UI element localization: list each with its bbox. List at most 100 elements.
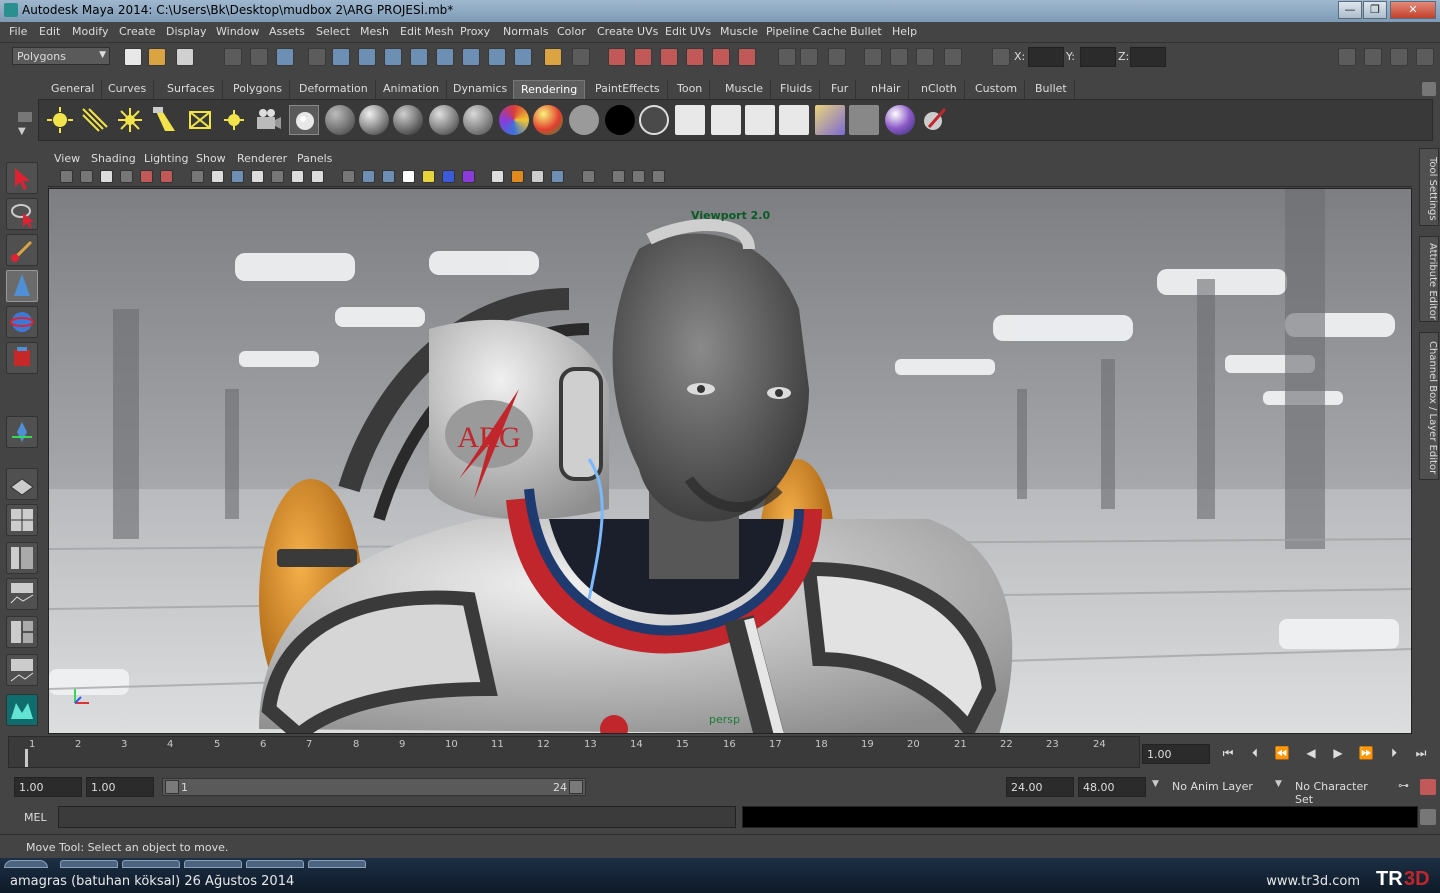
anim-layer-dropdown[interactable]: No Anim Layer — [1168, 777, 1272, 797]
select-surfaces-icon[interactable] — [410, 48, 428, 66]
auto-key-icon[interactable]: ⊶ — [1398, 779, 1409, 792]
film-gate-icon[interactable] — [211, 170, 224, 183]
lasso-tool[interactable] — [6, 198, 38, 230]
menu-window[interactable]: Window — [216, 25, 259, 38]
new-scene-icon[interactable] — [124, 48, 142, 66]
motion-blur-icon[interactable] — [491, 170, 504, 183]
range-end-handle[interactable] — [569, 780, 583, 794]
perspective-viewport[interactable]: ARG Viewport 2.0 persp — [48, 188, 1412, 734]
time-slider[interactable]: 1 2 3 4 5 6 7 8 9 10 11 12 13 14 15 16 1… — [8, 736, 1140, 768]
grid-icon[interactable] — [191, 170, 204, 183]
isolate-select-icon[interactable] — [582, 170, 595, 183]
taskbar-button[interactable] — [308, 860, 366, 868]
lock-selection-icon[interactable] — [544, 48, 562, 66]
select-hierarchy-icon[interactable] — [224, 48, 242, 66]
menu-color[interactable]: Color — [557, 25, 586, 38]
select-misc-icon[interactable] — [514, 48, 532, 66]
panel-menu-show[interactable]: Show — [196, 152, 226, 165]
select-camera-icon[interactable] — [60, 170, 73, 183]
mental-ray-icon[interactable] — [885, 105, 915, 135]
snap-to-view-plane-icon[interactable] — [686, 48, 704, 66]
step-forward-key-button[interactable]: ⏩ — [1356, 746, 1376, 764]
wireframe-on-shaded-icon[interactable] — [382, 170, 395, 183]
layout-four-view[interactable] — [6, 504, 38, 536]
construction-history-icon[interactable] — [828, 48, 846, 66]
panel-menu-shading[interactable]: Shading — [91, 152, 136, 165]
select-curves-icon[interactable] — [384, 48, 402, 66]
safe-title-icon[interactable] — [311, 170, 324, 183]
highlight-selection-icon[interactable] — [572, 48, 590, 66]
menu-help[interactable]: Help — [892, 25, 917, 38]
go-to-end-button[interactable]: ⏭ — [1411, 746, 1431, 764]
selection-mask-icon[interactable] — [308, 48, 326, 66]
start-orb-icon[interactable] — [4, 860, 48, 868]
render-current-frame-icon[interactable] — [890, 48, 908, 66]
panel-menu-renderer[interactable]: Renderer — [237, 152, 287, 165]
menu-display[interactable]: Display — [166, 25, 207, 38]
layout-single-perspective[interactable] — [6, 468, 38, 500]
menu-pipeline-cache[interactable]: Pipeline Cache — [766, 25, 847, 38]
open-scene-icon[interactable] — [148, 48, 166, 66]
paint-brush-icon[interactable] — [919, 105, 949, 135]
tab-custom[interactable]: Custom — [968, 80, 1026, 99]
select-component-icon[interactable] — [276, 48, 294, 66]
scale-tool[interactable] — [6, 342, 38, 374]
menu-set-selector[interactable]: Polygons ▼ — [12, 47, 110, 65]
tab-nhair[interactable]: nHair — [864, 80, 909, 99]
layout-persp-graph[interactable] — [6, 578, 38, 610]
menu-file[interactable]: File — [9, 25, 27, 38]
surface-shader-icon[interactable] — [569, 105, 599, 135]
select-tool[interactable] — [6, 162, 38, 194]
close-button[interactable]: ✕ — [1390, 1, 1436, 19]
x-input[interactable] — [1028, 47, 1064, 67]
use-background-icon[interactable] — [605, 105, 635, 135]
tab-attribute-editor[interactable]: Attribute Editor — [1419, 236, 1439, 322]
panel-menu-lighting[interactable]: Lighting — [144, 152, 188, 165]
ramp-shader-icon[interactable] — [533, 105, 563, 135]
y-input[interactable] — [1080, 47, 1116, 67]
tab-animation[interactable]: Animation — [376, 80, 448, 99]
play-backwards-button[interactable]: ◀ — [1301, 746, 1321, 764]
z-input[interactable] — [1130, 47, 1166, 67]
animation-preferences-icon[interactable] — [1420, 779, 1436, 795]
show-attribute-editor-icon[interactable] — [1364, 48, 1382, 66]
tab-bullet[interactable]: Bullet — [1028, 80, 1075, 99]
menu-bullet[interactable]: Bullet — [850, 25, 882, 38]
tab-painteffects[interactable]: PaintEffects — [588, 80, 668, 99]
snap-to-curve-icon[interactable] — [634, 48, 652, 66]
show-tool-settings-icon[interactable] — [1390, 48, 1408, 66]
area-light-icon[interactable] — [185, 105, 215, 135]
render-view-icon[interactable] — [864, 48, 882, 66]
menu-edit[interactable]: Edit — [39, 25, 60, 38]
script-language-label[interactable]: MEL — [24, 811, 47, 824]
share-icon[interactable] — [652, 170, 665, 183]
phong-material-icon[interactable] — [393, 105, 423, 135]
chevron-down-icon[interactable]: ▼ — [1275, 779, 1282, 789]
taskbar-button[interactable] — [60, 860, 118, 868]
play-forwards-button[interactable]: ▶ — [1328, 746, 1348, 764]
tab-tool-settings[interactable]: Tool Settings — [1419, 148, 1439, 226]
ipr-icon[interactable] — [711, 105, 741, 135]
playback-start-field[interactable]: 1.00 — [86, 777, 154, 797]
step-forward-frame-button[interactable]: ⏵ — [1384, 746, 1404, 764]
safe-action-icon[interactable] — [291, 170, 304, 183]
current-frame-field[interactable]: 1.00 — [1142, 744, 1210, 764]
menu-edit-uvs[interactable]: Edit UVs — [665, 25, 711, 38]
wireframe-icon[interactable] — [342, 170, 355, 183]
layout-persp-outliner[interactable] — [6, 542, 38, 574]
output-ops-icon[interactable] — [800, 48, 818, 66]
shading-map-icon[interactable] — [639, 105, 669, 135]
screen-space-ao-icon[interactable] — [462, 170, 475, 183]
taskbar-button[interactable] — [122, 860, 180, 868]
menu-select[interactable]: Select — [316, 25, 350, 38]
paint-select-tool[interactable] — [6, 234, 38, 266]
tab-dynamics[interactable]: Dynamics — [446, 80, 516, 99]
volume-light-icon[interactable] — [219, 105, 249, 135]
spot-light-icon[interactable] — [149, 105, 179, 135]
move-tool[interactable] — [6, 270, 38, 302]
range-start-handle[interactable] — [165, 780, 179, 794]
tab-polygons[interactable]: Polygons — [226, 80, 290, 99]
save-scene-icon[interactable] — [176, 48, 194, 66]
go-to-start-button[interactable]: ⏮ — [1218, 746, 1238, 764]
use-all-lights-icon[interactable] — [422, 170, 435, 183]
